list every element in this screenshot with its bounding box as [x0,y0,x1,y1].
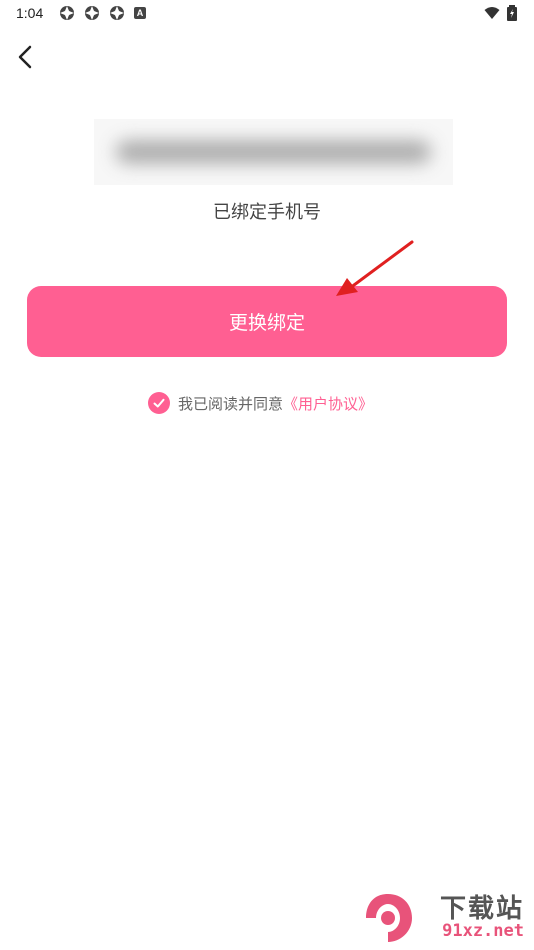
annotation-arrow-icon [336,240,414,296]
notification-icon [85,6,99,20]
watermark: 下载站 91xz.net [358,888,530,948]
status-bar: 1:04 A [0,0,534,28]
wifi-icon [484,7,500,19]
bound-phone-label: 已绑定手机号 [213,202,321,223]
battery-icon [507,5,517,21]
agreement-checkbox[interactable] [148,392,170,414]
notification-icon [60,6,74,20]
phone-number-blurred [94,119,453,185]
site-logo-icon [366,894,412,942]
status-badge: A [134,7,146,19]
user-agreement-link[interactable]: 《用户协议》 [283,393,373,414]
notification-icon [110,6,124,20]
chevron-left-icon [18,45,32,69]
watermark-bottom-text: 91xz.net [442,921,524,941]
watermark-top-text: 下载站 [439,894,524,924]
change-binding-button[interactable]: 更换绑定 [27,286,507,357]
back-button[interactable] [10,42,40,72]
agreement-text: 我已阅读并同意 [178,394,284,413]
agreement-row: 我已阅读并同意 《用户协议》 [148,391,373,415]
check-icon [153,398,165,408]
status-time: 1:04 [16,5,44,21]
